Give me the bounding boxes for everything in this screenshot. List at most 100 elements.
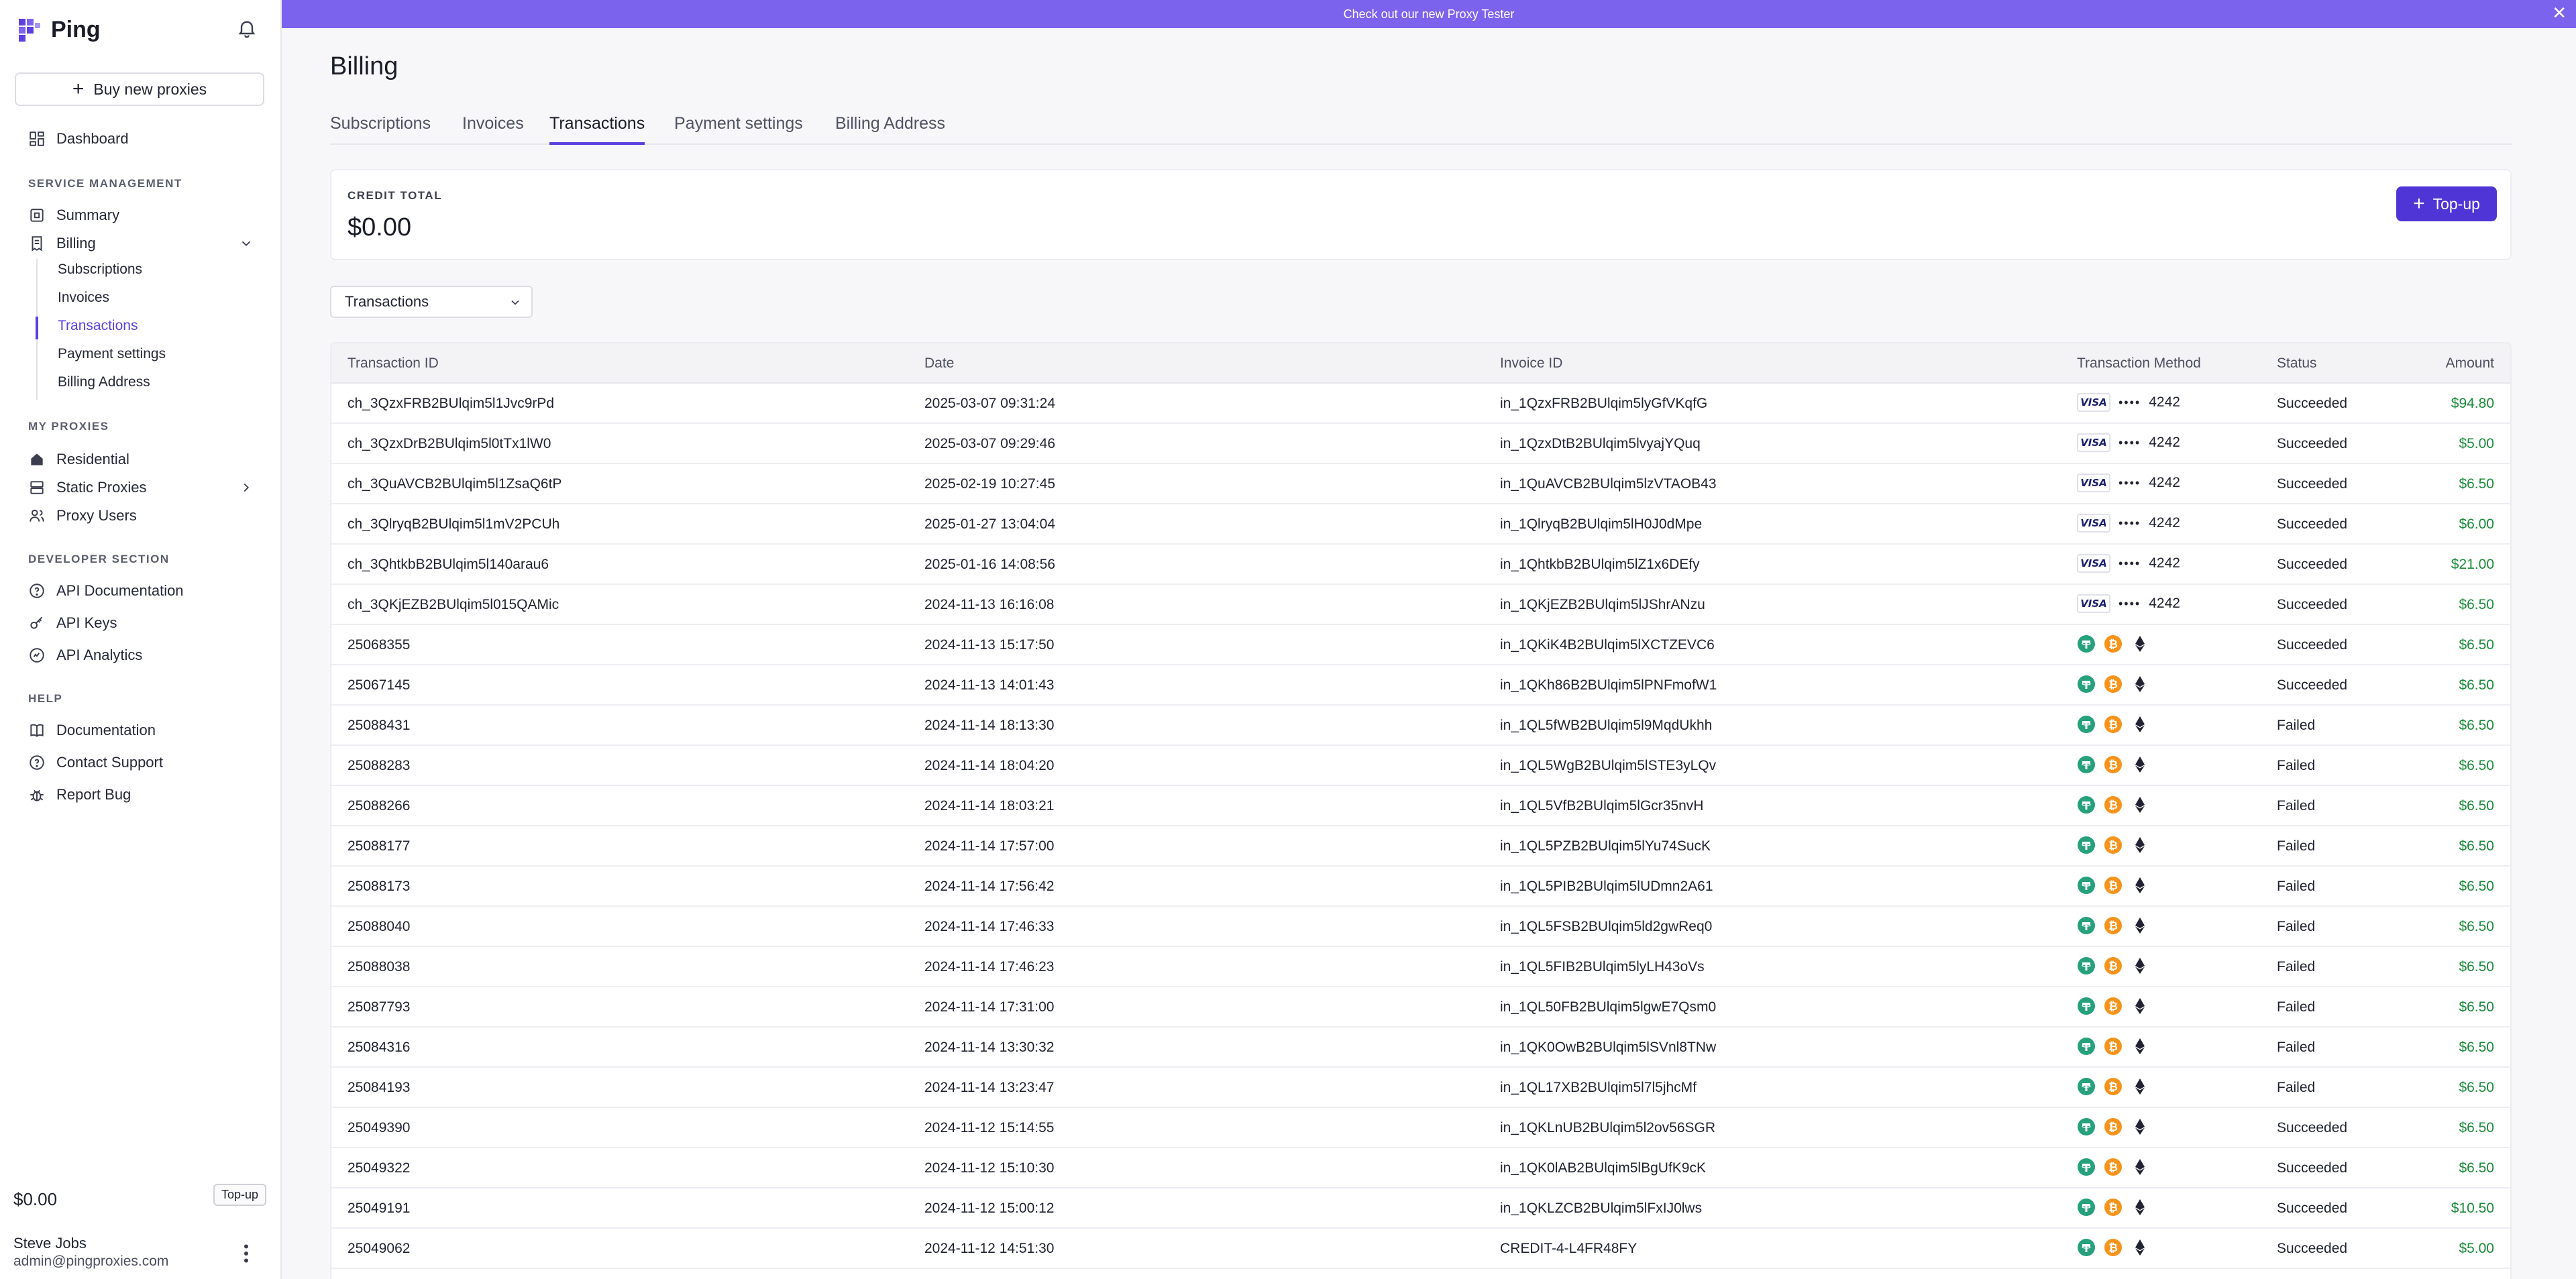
- sidebar-item-api-keys[interactable]: API Keys: [28, 612, 117, 634]
- transaction-id[interactable]: 25088173: [347, 879, 410, 895]
- sidebar-item-api-analytics[interactable]: API Analytics: [28, 644, 142, 667]
- notifications-bell-icon[interactable]: [236, 17, 258, 39]
- chevron-down-icon[interactable]: [239, 236, 254, 251]
- transaction-id[interactable]: 25067145: [347, 677, 410, 693]
- invoice-id[interactable]: in_1QKh86B2BUlqim5lPNFmofW1: [1500, 677, 1717, 693]
- ethereum-icon: [2135, 1119, 2145, 1135]
- invoice-id[interactable]: in_1QL5VfB2BUlqim5lGcr35nvH: [1500, 798, 1703, 814]
- invoice-id[interactable]: in_1QL17XB2BUlqim5l7l5jhcMf: [1500, 1080, 1697, 1096]
- table-row[interactable]: 25088266 2024-11-14 18:03:21 in_1QL5VfB2…: [331, 786, 2510, 826]
- invoice-id[interactable]: in_1QKLZCB2BUlqim5lFxIJ0lws: [1500, 1201, 1702, 1217]
- invoice-id[interactable]: in_1QKLnUB2BUlqim5l2ov56SGR: [1500, 1120, 1715, 1136]
- top-up-button[interactable]: + Top-up: [2396, 186, 2497, 221]
- table-row[interactable]: ch_3QlryqB2BUlqim5l1mV2PCUh 2025-01-27 1…: [331, 504, 2510, 545]
- footer-topup-button[interactable]: Top-up: [213, 1184, 267, 1206]
- invoice-id[interactable]: in_1QzxDtB2BUlqim5lvyajYQuq: [1500, 436, 1701, 452]
- transaction-id[interactable]: 25088266: [347, 798, 410, 814]
- invoice-id[interactable]: in_1QL5fWB2BUlqim5l9MqdUkhh: [1500, 718, 1712, 734]
- table-row[interactable]: ch_3QzxDrB2BUlqim5l0tTx1lW0 2025-03-07 0…: [331, 424, 2510, 464]
- invoice-id[interactable]: in_1QL5PZB2BUlqim5lYu74SucK: [1500, 838, 1711, 854]
- tab-payment-settings[interactable]: Payment settings: [674, 114, 803, 145]
- transaction-id[interactable]: 25088038: [347, 959, 410, 975]
- transaction-id[interactable]: ch_3QhtkbB2BUlqim5l140arau6: [347, 557, 549, 573]
- table-row[interactable]: ch_3QhtkbB2BUlqim5l140arau6 2025-01-16 1…: [331, 545, 2510, 585]
- table-row[interactable]: 25084316 2024-11-14 13:30:32 in_1QK0OwB2…: [331, 1027, 2510, 1068]
- transaction-id[interactable]: 25088177: [347, 838, 410, 854]
- sidebar-item-documentation[interactable]: Documentation: [28, 719, 156, 742]
- transaction-id[interactable]: 25088040: [347, 919, 410, 935]
- table-row[interactable]: 25084193 2024-11-14 13:23:47 in_1QL17XB2…: [331, 1068, 2510, 1108]
- sidebar-subitem-transactions[interactable]: Transactions: [58, 318, 138, 334]
- invoice-id[interactable]: in_1QL5PIB2BUlqim5lUDmn2A61: [1500, 879, 1713, 895]
- announcement-banner[interactable]: Check out our new Proxy Tester ✕: [282, 0, 2576, 28]
- sidebar-item-static-proxies[interactable]: Static Proxies: [28, 476, 147, 499]
- invoice-id[interactable]: in_1QlryqB2BUlqim5lH0J0dMpe: [1500, 516, 1702, 533]
- invoice-id[interactable]: in_1QhtkbB2BUlqim5lZ1x6DEfy: [1500, 557, 1700, 573]
- transaction-id[interactable]: 25088431: [347, 718, 410, 734]
- transaction-id[interactable]: 25049390: [347, 1120, 410, 1136]
- sidebar-item-proxy-users[interactable]: Proxy Users: [28, 504, 137, 527]
- table-row[interactable]: 25088177 2024-11-14 17:57:00 in_1QL5PZB2…: [331, 826, 2510, 867]
- sidebar-item-summary[interactable]: Summary: [28, 204, 119, 227]
- chevron-right-icon[interactable]: [239, 480, 254, 495]
- sidebar-item-billing[interactable]: Billing: [28, 232, 96, 255]
- sidebar-item-residential[interactable]: Residential: [28, 448, 129, 471]
- sidebar-subitem-payment-settings[interactable]: Payment settings: [58, 346, 166, 362]
- sidebar-subitem-subscriptions[interactable]: Subscriptions: [58, 262, 142, 278]
- transaction-id[interactable]: ch_3QzxDrB2BUlqim5l0tTx1lW0: [347, 436, 551, 452]
- table-row[interactable]: 25088040 2024-11-14 17:46:33 in_1QL5FSB2…: [331, 907, 2510, 947]
- table-row[interactable]: ch_3QKjEZB2BUlqim5l015QAMic 2024-11-13 1…: [331, 585, 2510, 625]
- table-row[interactable]: 25087793 2024-11-14 17:31:00 in_1QL50FB2…: [331, 987, 2510, 1027]
- invoice-id[interactable]: in_1QzxFRB2BUlqim5lyGfVKqfG: [1500, 396, 1707, 412]
- sidebar-subitem-billing-address[interactable]: Billing Address: [58, 374, 150, 390]
- table-row[interactable]: 25088038 2024-11-14 17:46:23 in_1QL5FIB2…: [331, 947, 2510, 987]
- transaction-id[interactable]: ch_3QKjEZB2BUlqim5l015QAMic: [347, 597, 559, 613]
- table-row[interactable]: 25049191 2024-11-12 15:00:12 in_1QKLZCB2…: [331, 1188, 2510, 1229]
- tab-subscriptions[interactable]: Subscriptions: [330, 114, 431, 145]
- table-row[interactable]: 25068355 2024-11-13 15:17:50 in_1QKiK4B2…: [331, 625, 2510, 665]
- sidebar-item-report-bug[interactable]: Report Bug: [28, 783, 131, 806]
- brand[interactable]: Ping: [16, 16, 101, 43]
- table-row[interactable]: ch_3QuAVCB2BUlqim5l1ZsaQ6tP 2025-02-19 1…: [331, 464, 2510, 504]
- more-options-icon[interactable]: [239, 1241, 254, 1266]
- table-row[interactable]: 25088431 2024-11-14 18:13:30 in_1QL5fWB2…: [331, 706, 2510, 746]
- transaction-id[interactable]: ch_3QlryqB2BUlqim5l1mV2PCUh: [347, 516, 559, 533]
- invoice-id[interactable]: in_1QKjEZB2BUlqim5lJShrANzu: [1500, 597, 1705, 613]
- transaction-type-select[interactable]: Transactions: [330, 286, 533, 318]
- invoice-id[interactable]: in_1QuAVCB2BUlqim5lzVTAOB43: [1500, 476, 1717, 492]
- buy-new-proxies-button[interactable]: + Buy new proxies: [15, 72, 264, 106]
- transaction-id[interactable]: 25049191: [347, 1201, 410, 1217]
- invoice-id[interactable]: CREDIT-4-L4FR48FY: [1500, 1241, 1637, 1257]
- transaction-id[interactable]: ch_3QuAVCB2BUlqim5l1ZsaQ6tP: [347, 476, 561, 492]
- sidebar-item-dashboard[interactable]: Dashboard: [28, 127, 129, 150]
- invoice-id[interactable]: in_1QK0lAB2BUlqim5lBgUfK9cK: [1500, 1160, 1706, 1176]
- tab-billing-address[interactable]: Billing Address: [835, 114, 945, 145]
- invoice-id[interactable]: in_1QL5FIB2BUlqim5lyLH43oVs: [1500, 959, 1705, 975]
- invoice-id[interactable]: in_1QK0OwB2BUlqim5lSVnl8TNw: [1500, 1040, 1716, 1056]
- tab-invoices[interactable]: Invoices: [462, 114, 524, 145]
- invoice-id[interactable]: in_1QL5FSB2BUlqim5ld2gwReq0: [1500, 919, 1712, 935]
- sidebar-subitem-invoices[interactable]: Invoices: [58, 290, 109, 306]
- table-row[interactable]: 25049322 2024-11-12 15:10:30 in_1QK0lAB2…: [331, 1148, 2510, 1188]
- close-icon[interactable]: ✕: [2552, 4, 2567, 21]
- table-row[interactable]: ch_3QzxFRB2BUlqim5l1Jvc9rPd 2025-03-07 0…: [331, 384, 2510, 424]
- transaction-id[interactable]: 25068355: [347, 637, 410, 653]
- invoice-id[interactable]: in_1QL5WgB2BUlqim5lSTE3yLQv: [1500, 758, 1716, 774]
- transaction-id[interactable]: 25087793: [347, 999, 410, 1015]
- transaction-id[interactable]: ch_3QzxFRB2BUlqim5l1Jvc9rPd: [347, 396, 554, 412]
- table-row[interactable]: 25067145 2024-11-13 14:01:43 in_1QKh86B2…: [331, 665, 2510, 706]
- table-row[interactable]: 25088173 2024-11-14 17:56:42 in_1QL5PIB2…: [331, 867, 2510, 907]
- sidebar-item-api-documentation[interactable]: API Documentation: [28, 579, 184, 602]
- invoice-id[interactable]: in_1QL50FB2BUlqim5lgwE7Qsm0: [1500, 999, 1716, 1015]
- table-row[interactable]: 25049062 2024-11-12 14:51:30 CREDIT-4-L4…: [331, 1229, 2510, 1269]
- transaction-id[interactable]: 25084316: [347, 1040, 410, 1056]
- invoice-id[interactable]: in_1QKiK4B2BUlqim5lXCTZEVC6: [1500, 637, 1715, 653]
- table-row[interactable]: 25049390 2024-11-12 15:14:55 in_1QKLnUB2…: [331, 1108, 2510, 1148]
- transaction-id[interactable]: 25049322: [347, 1160, 410, 1176]
- tab-transactions[interactable]: Transactions: [549, 114, 645, 145]
- sidebar-item-contact-support[interactable]: Contact Support: [28, 751, 163, 774]
- transaction-id[interactable]: 25088283: [347, 758, 410, 774]
- table-row[interactable]: 25088283 2024-11-14 18:04:20 in_1QL5WgB2…: [331, 746, 2510, 786]
- transaction-id[interactable]: 25049062: [347, 1241, 410, 1257]
- transaction-id[interactable]: 25084193: [347, 1080, 410, 1096]
